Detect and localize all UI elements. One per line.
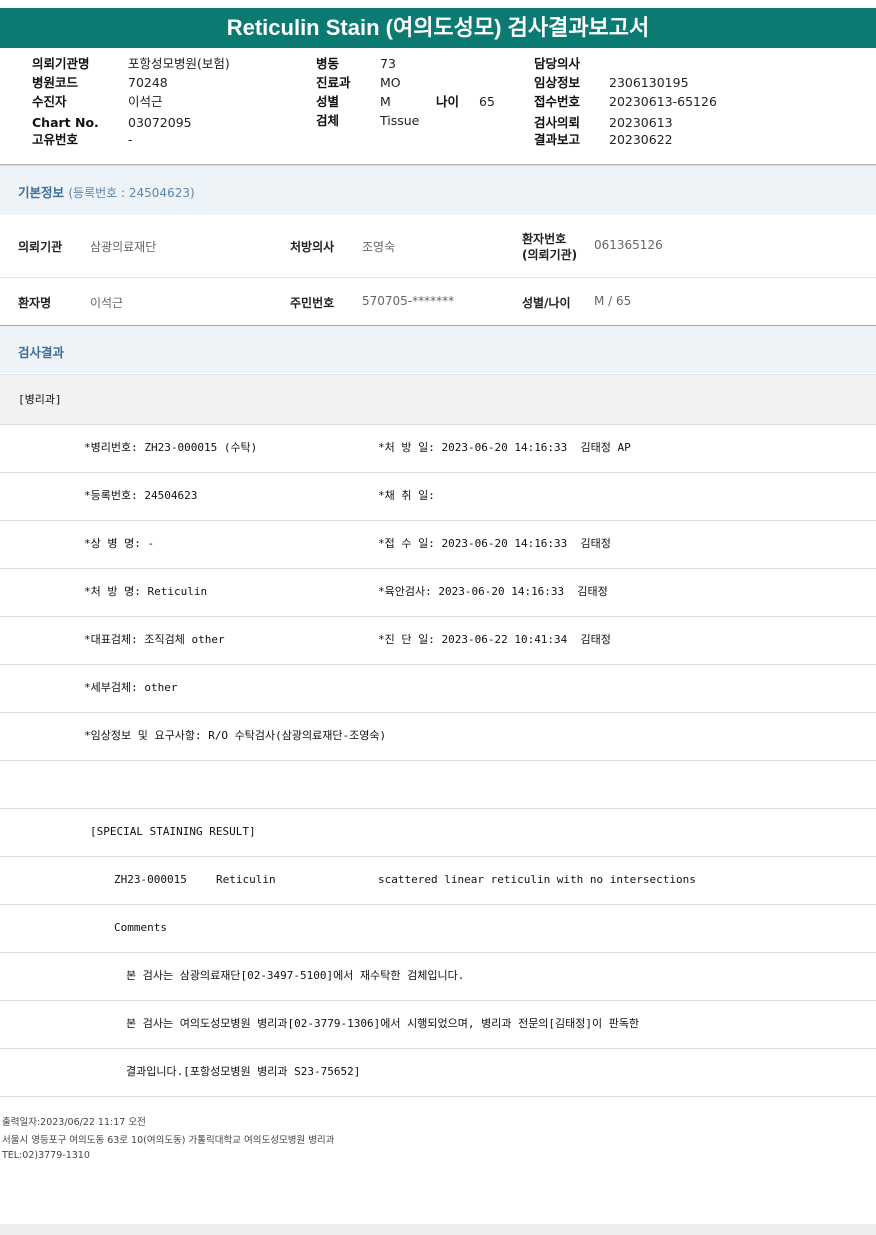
department-label: [병리과]	[18, 393, 62, 406]
result-title: 검사결과	[18, 345, 65, 360]
field-value: 삼광의료재단	[90, 240, 157, 254]
result-row: *임상정보 및 요구사항: R/O 수탁검사(삼광의료재단-조영숙)	[0, 712, 876, 761]
header-value: MO	[380, 75, 401, 90]
result-row: *세부검체: other	[0, 664, 876, 713]
header-value: 이석근	[128, 94, 163, 109]
lab-phone: TEL:02)3779-1310	[2, 1150, 90, 1161]
top-strip	[0, 0, 876, 8]
print-date: 출력일자:2023/06/22 11:17 오전	[2, 1117, 146, 1128]
result-left: *병리번호: ZH23-000015 (수탁)	[84, 441, 258, 454]
result-row: *상 병 명: - *접 수 일: 2023-06-20 14:16:33 김태…	[0, 520, 876, 569]
comments-label: Comments	[114, 921, 167, 934]
result-left: *상 병 명: -	[84, 537, 155, 550]
department-row: [병리과]	[0, 374, 876, 425]
special-id: ZH23-000015	[114, 873, 187, 886]
header-value: 03072095	[128, 115, 192, 130]
special-title-row: [SPECIAL STAINING RESULT]	[0, 808, 876, 857]
result-row-empty	[0, 760, 876, 809]
header-label: 결과보고	[534, 132, 581, 147]
field-label: 환자명	[18, 296, 52, 310]
header-label: 검체	[316, 113, 340, 128]
header-label: 접수번호	[534, 94, 581, 109]
header-value: 73	[380, 56, 396, 71]
special-stain: Reticulin	[216, 873, 276, 886]
field-label: 성별/나이	[522, 296, 571, 310]
field-label-sub: (의뢰기관)	[522, 248, 578, 262]
bottom-bar	[0, 1224, 876, 1235]
field-label: 의뢰기관	[18, 240, 63, 254]
comments-label-row: Comments	[0, 904, 876, 953]
result-right: *진 단 일: 2023-06-22 10:41:34 김태정	[378, 633, 611, 646]
result-left: *처 방 명: Reticulin	[84, 585, 208, 598]
field-label: 주민번호	[290, 296, 335, 310]
header-value: 20230622	[609, 132, 673, 147]
header-label: 고유번호	[32, 132, 79, 147]
result-right: *처 방 일: 2023-06-20 14:16:33 김태정 AP	[378, 441, 631, 454]
header-value: 70248	[128, 75, 168, 90]
header-value: 65	[479, 94, 495, 109]
registration-number: (등록번호 : 24504623)	[68, 186, 195, 200]
special-result-row: ZH23-000015 Reticulin scattered linear r…	[0, 856, 876, 905]
report-title: Reticulin Stain (여의도성모) 검사결과보고서	[0, 8, 876, 48]
comment-text: 본 검사는 삼광의료재단[02-3497-5100]에서 재수탁한 검체입니다.	[126, 969, 465, 982]
result-left: *등록번호: 24504623	[84, 489, 198, 502]
field-value: 570705-*******	[362, 294, 455, 308]
field-label: 처방의사	[290, 240, 335, 254]
result-left: *대표검체: 조직검체 other	[84, 633, 225, 646]
result-row: *처 방 명: Reticulin *육안검사: 2023-06-20 14:1…	[0, 568, 876, 617]
header-label: 진료과	[316, 75, 351, 90]
result-right: *채 취 일:	[378, 489, 435, 502]
header-label: 의뢰기관명	[32, 56, 90, 71]
lab-address: 서울시 영등포구 여의도동 63로 10(여의도동) 가톨릭대학교 여의도성모병…	[2, 1135, 335, 1146]
result-right: *육안검사: 2023-06-20 14:16:33 김태정	[378, 585, 608, 598]
special-result: scattered linear reticulin with no inter…	[378, 873, 696, 886]
comment-row: 본 검사는 여의도성모병원 병리과[02-3779-1306]에서 시행되었으며…	[0, 1000, 876, 1049]
header-label: 담당의사	[534, 56, 581, 71]
result-row: *등록번호: 24504623 *채 취 일:	[0, 472, 876, 521]
basic-info-row: 의뢰기관 삼광의료재단 처방의사 조영숙 환자번호 (의뢰기관) 0613651…	[0, 215, 876, 278]
result-right: *접 수 일: 2023-06-20 14:16:33 김태정	[378, 537, 611, 550]
basic-info-header: 기본정보 (등록번호 : 24504623)	[0, 165, 876, 215]
comment-row: 결과입니다.[포항성모병원 병리과 S23-75652]	[0, 1048, 876, 1097]
field-value: 조영숙	[362, 240, 396, 254]
header-value: 20230613-65126	[609, 94, 717, 109]
header-value: Tissue	[380, 113, 420, 128]
header-value: 포항성모병원(보험)	[128, 56, 230, 71]
section-title: 기본정보 (등록번호 : 24504623)	[18, 182, 195, 201]
header-value: 2306130195	[609, 75, 689, 90]
header-label: 임상정보	[534, 75, 581, 90]
header-value: -	[128, 132, 133, 147]
result-left: *세부검체: other	[84, 681, 178, 694]
basic-info-title: 기본정보	[18, 185, 65, 200]
field-value: M / 65	[594, 294, 632, 308]
header-label: 검사의뢰	[534, 115, 581, 130]
basic-info-row: 환자명 이석근 주민번호 570705-******* 성별/나이 M / 65	[0, 278, 876, 325]
result-row: *병리번호: ZH23-000015 (수탁) *처 방 일: 2023-06-…	[0, 424, 876, 473]
header-label: 나이	[436, 94, 460, 109]
field-value: 061365126	[594, 238, 663, 252]
result-left: *임상정보 및 요구사항: R/O 수탁검사(삼광의료재단-조영숙)	[84, 729, 387, 742]
special-staining-title: [SPECIAL STAINING RESULT]	[90, 825, 256, 838]
header-label: 병원코드	[32, 75, 79, 90]
field-label: 환자번호	[522, 232, 567, 246]
result-header: 검사결과	[0, 326, 876, 373]
header-label: 병동	[316, 56, 340, 71]
comment-row: 본 검사는 삼광의료재단[02-3497-5100]에서 재수탁한 검체입니다.	[0, 952, 876, 1001]
header-value: 20230613	[609, 115, 673, 130]
comment-text: 결과입니다.[포항성모병원 병리과 S23-75652]	[126, 1065, 361, 1078]
header-label: 성별	[316, 94, 340, 109]
header-label: Chart No.	[32, 115, 99, 130]
header-label: 수진자	[32, 94, 67, 109]
header-value: M	[380, 94, 391, 109]
field-value: 이석근	[90, 296, 124, 310]
comment-text: 본 검사는 여의도성모병원 병리과[02-3779-1306]에서 시행되었으며…	[126, 1017, 640, 1030]
result-row: *대표검체: 조직검체 other *진 단 일: 2023-06-22 10:…	[0, 616, 876, 665]
